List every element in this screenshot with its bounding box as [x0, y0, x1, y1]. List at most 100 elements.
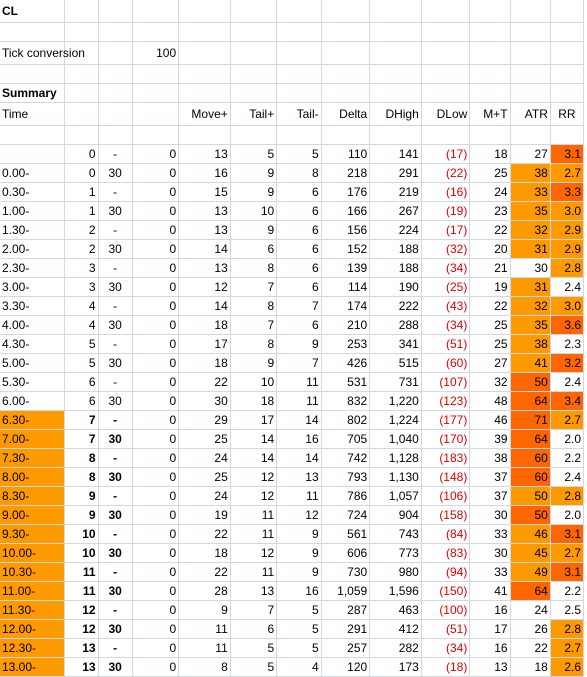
- delta-cell[interactable]: 742: [321, 448, 371, 468]
- tail-plus-cell[interactable]: 8: [230, 258, 278, 278]
- time-cell[interactable]: 0.30-: [0, 182, 65, 202]
- tail-minus-cell[interactable]: 5: [276, 144, 322, 164]
- hour-cell[interactable]: 5: [64, 334, 99, 354]
- zero-cell[interactable]: 0: [132, 410, 180, 430]
- atr-cell[interactable]: 49: [510, 562, 551, 582]
- hour-cell[interactable]: 10: [64, 524, 99, 544]
- atr-cell[interactable]: 32: [510, 296, 551, 316]
- delta-cell[interactable]: 287: [321, 600, 371, 620]
- tail-plus-cell[interactable]: 14: [230, 429, 278, 449]
- atr-cell[interactable]: 31: [510, 277, 551, 297]
- tail-minus-cell[interactable]: 11: [276, 486, 322, 506]
- hour-cell[interactable]: 2: [64, 220, 99, 240]
- minute-cell[interactable]: -: [98, 258, 133, 278]
- atr-cell[interactable]: 60: [510, 448, 551, 468]
- zero-cell[interactable]: 0: [132, 657, 180, 677]
- tail-plus-cell[interactable]: 13: [230, 581, 278, 601]
- tail-minus-cell[interactable]: 12: [276, 505, 322, 525]
- hour-cell[interactable]: 1: [64, 201, 99, 221]
- atr-cell[interactable]: 27: [510, 144, 551, 164]
- dlow-cell[interactable]: (16): [421, 182, 471, 202]
- rr-cell[interactable]: 2.2: [550, 448, 585, 468]
- dhigh-cell[interactable]: 743: [369, 524, 422, 544]
- minute-cell[interactable]: -: [98, 144, 133, 164]
- dhigh-cell[interactable]: 267: [369, 201, 422, 221]
- minute-cell[interactable]: -: [98, 638, 133, 658]
- time-cell[interactable]: 0.00-: [0, 163, 65, 183]
- dlow-cell[interactable]: (18): [421, 657, 471, 677]
- move-plus-cell[interactable]: 16: [178, 163, 231, 183]
- summary-title[interactable]: Summary: [0, 83, 65, 103]
- hour-cell[interactable]: 9: [64, 486, 99, 506]
- tail-plus-cell[interactable]: 7: [230, 277, 278, 297]
- move-plus-cell[interactable]: 14: [178, 239, 231, 259]
- m-plus-t-cell[interactable]: 30: [469, 543, 511, 563]
- m-plus-t-cell[interactable]: 37: [469, 486, 511, 506]
- tail-plus-cell[interactable]: 17: [230, 410, 278, 430]
- time-cell[interactable]: 2.00-: [0, 239, 65, 259]
- move-plus-cell[interactable]: 13: [178, 258, 231, 278]
- delta-cell[interactable]: 606: [321, 543, 371, 563]
- tail-plus-cell[interactable]: 9: [230, 182, 278, 202]
- move-plus-cell[interactable]: 11: [178, 638, 231, 658]
- m-plus-t-cell[interactable]: 33: [469, 562, 511, 582]
- m-plus-t-cell[interactable]: 25: [469, 163, 511, 183]
- move-plus-cell[interactable]: 14: [178, 296, 231, 316]
- dhigh-cell[interactable]: 190: [369, 277, 422, 297]
- dlow-cell[interactable]: (22): [421, 163, 471, 183]
- minute-cell[interactable]: 30: [98, 467, 133, 487]
- tail-minus-cell[interactable]: 6: [276, 239, 322, 259]
- minute-cell[interactable]: 30: [98, 543, 133, 563]
- dlow-cell[interactable]: (106): [421, 486, 471, 506]
- atr-cell[interactable]: 50: [510, 505, 551, 525]
- zero-cell[interactable]: 0: [132, 391, 180, 411]
- delta-cell[interactable]: 1,059: [321, 581, 371, 601]
- time-cell[interactable]: 8.00-: [0, 467, 65, 487]
- delta-cell[interactable]: 802: [321, 410, 371, 430]
- zero-cell[interactable]: 0: [132, 581, 180, 601]
- delta-cell[interactable]: 724: [321, 505, 371, 525]
- dhigh-cell[interactable]: 219: [369, 182, 422, 202]
- tail-plus-cell[interactable]: 6: [230, 239, 278, 259]
- dlow-cell[interactable]: (183): [421, 448, 471, 468]
- atr-cell[interactable]: 60: [510, 467, 551, 487]
- dhigh-cell[interactable]: 904: [369, 505, 422, 525]
- time-cell[interactable]: 10.00-: [0, 543, 65, 563]
- minute-cell[interactable]: 30: [98, 163, 133, 183]
- hour-cell[interactable]: 3: [64, 277, 99, 297]
- delta-cell[interactable]: 257: [321, 638, 371, 658]
- tick-conversion-value[interactable]: 100: [132, 41, 180, 65]
- zero-cell[interactable]: 0: [132, 239, 180, 259]
- hour-cell[interactable]: 1: [64, 182, 99, 202]
- hour-cell[interactable]: 5: [64, 353, 99, 373]
- atr-cell[interactable]: 32: [510, 220, 551, 240]
- rr-cell[interactable]: 3.1: [550, 524, 585, 544]
- m-plus-t-cell[interactable]: 22: [469, 220, 511, 240]
- minute-cell[interactable]: 30: [98, 239, 133, 259]
- time-cell[interactable]: 3.30-: [0, 296, 65, 316]
- dhigh-cell[interactable]: 1,224: [369, 410, 422, 430]
- dlow-cell[interactable]: (100): [421, 600, 471, 620]
- time-cell[interactable]: 4.30-: [0, 334, 65, 354]
- tail-plus-cell[interactable]: 10: [230, 201, 278, 221]
- zero-cell[interactable]: 0: [132, 220, 180, 240]
- minute-cell[interactable]: -: [98, 296, 133, 316]
- zero-cell[interactable]: 0: [132, 353, 180, 373]
- atr-cell[interactable]: 64: [510, 581, 551, 601]
- tail-plus-cell[interactable]: 11: [230, 562, 278, 582]
- move-plus-cell[interactable]: 30: [178, 391, 231, 411]
- zero-cell[interactable]: 0: [132, 600, 180, 620]
- col-header-delta[interactable]: Delta: [321, 102, 371, 126]
- m-plus-t-cell[interactable]: 30: [469, 505, 511, 525]
- hour-cell[interactable]: 12: [64, 619, 99, 639]
- time-cell[interactable]: 9.30-: [0, 524, 65, 544]
- delta-cell[interactable]: 210: [321, 315, 371, 335]
- tail-plus-cell[interactable]: 11: [230, 524, 278, 544]
- tail-minus-cell[interactable]: 7: [276, 353, 322, 373]
- atr-cell[interactable]: 38: [510, 163, 551, 183]
- tail-plus-cell[interactable]: 5: [230, 144, 278, 164]
- tail-minus-cell[interactable]: 5: [276, 619, 322, 639]
- m-plus-t-cell[interactable]: 39: [469, 429, 511, 449]
- tail-minus-cell[interactable]: 4: [276, 657, 322, 677]
- tail-minus-cell[interactable]: 16: [276, 581, 322, 601]
